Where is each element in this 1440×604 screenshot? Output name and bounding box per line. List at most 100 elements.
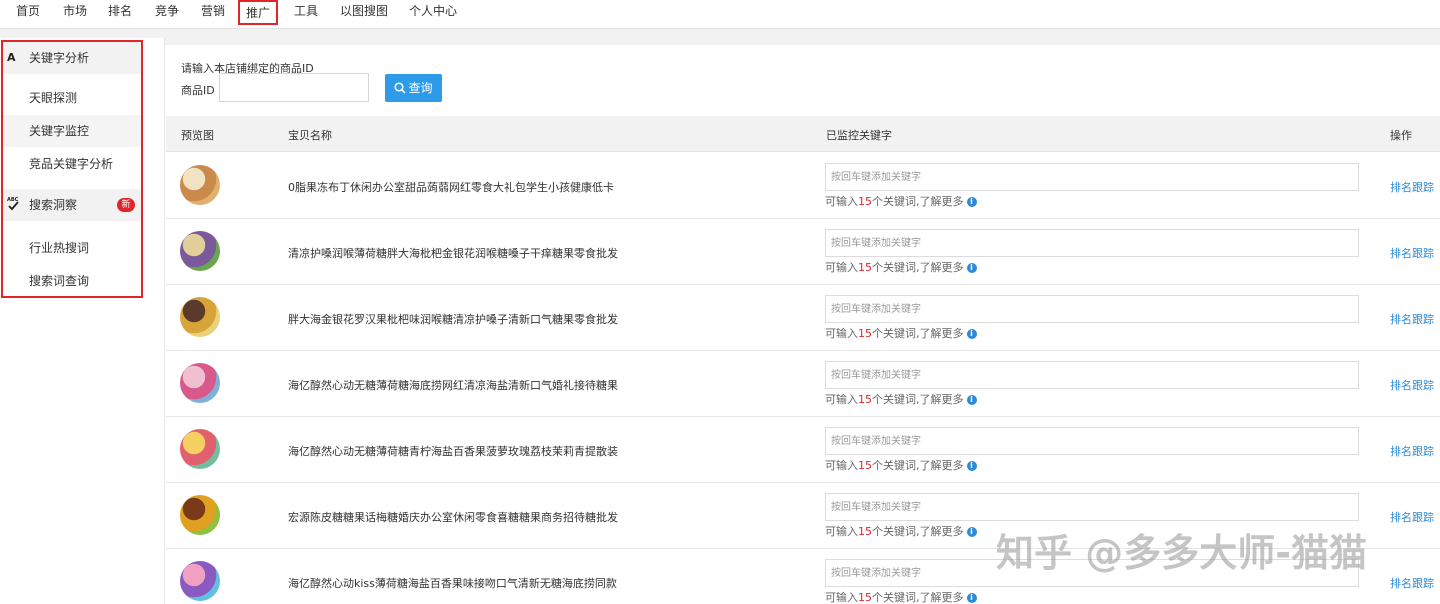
rank-track-link[interactable]: 排名跟踪	[1390, 179, 1434, 195]
sidebar-item-search-word-query[interactable]: 搜索词查询	[3, 265, 141, 297]
sidebar-item-label: 关键字监控	[29, 124, 90, 138]
tab-ranking[interactable]: 排名	[108, 0, 132, 24]
sidebar-group-label: 关键字分析	[29, 51, 90, 65]
keyword-tip: 可输入15个关键词,了解更多 i	[825, 193, 977, 209]
tip-suffix[interactable]: 个关键词,了解更多	[872, 459, 964, 472]
keyword-tip: 可输入15个关键词,了解更多 i	[825, 325, 977, 341]
sidebar-item-sky-eye[interactable]: 天眼探测	[3, 82, 141, 114]
top-nav: 首页 市场 排名 竞争 营销 推广 工具 以图搜图 个人中心	[0, 0, 1440, 29]
header-keywords: 已监控关键字	[826, 129, 892, 142]
keyword-input[interactable]	[825, 163, 1359, 191]
tip-number: 15	[858, 459, 872, 472]
tip-number: 15	[858, 591, 872, 604]
keyword-tip: 可输入15个关键词,了解更多 i	[825, 457, 977, 473]
sidebar-item-industry-hot-words[interactable]: 行业热搜词	[3, 232, 141, 264]
product-name: 宏源陈皮糖糖果话梅糖婚庆办公室休闲零食喜糖糖果商务招待糖批发	[288, 511, 618, 524]
query-button[interactable]: 查询	[385, 74, 442, 102]
rank-track-link[interactable]: 排名跟踪	[1390, 377, 1434, 393]
info-icon[interactable]: i	[966, 197, 977, 207]
keyword-input[interactable]	[825, 361, 1359, 389]
sidebar-item-competitor-keywords[interactable]: 竞品关键字分析	[3, 148, 141, 180]
tip-suffix[interactable]: 个关键词,了解更多	[872, 261, 964, 274]
tab-promotion[interactable]: 推广	[238, 0, 279, 25]
tip-suffix[interactable]: 个关键词,了解更多	[872, 327, 964, 340]
info-icon[interactable]: i	[966, 593, 977, 603]
product-name: 海亿醇然心动kiss薄荷糖海盐百香果味接吻口气清新无糖海底捞同款	[288, 577, 617, 590]
product-name: 海亿醇然心动无糖薄荷糖青柠海盐百香果菠萝玫瑰荔枝茉莉青提散装	[288, 445, 618, 458]
tip-prefix: 可输入	[825, 591, 858, 604]
tip-prefix: 可输入	[825, 459, 858, 472]
info-icon[interactable]: i	[966, 395, 977, 405]
product-name: 0脂果冻布丁休闲办公室甜品蒟蒻网红零食大礼包学生小孩健康低卡	[288, 181, 614, 194]
table-row: 胖大海金银花罗汉果枇杷味润喉糖清凉护嗓子清新口气糖果零食批发可输入15个关键词,…	[166, 285, 1440, 351]
tab-tools[interactable]: 工具	[294, 0, 318, 24]
search-icon	[394, 82, 407, 94]
tip-suffix[interactable]: 个关键词,了解更多	[872, 393, 964, 406]
tip-number: 15	[858, 393, 872, 406]
keyword-tip: 可输入15个关键词,了解更多 i	[825, 259, 977, 275]
product-thumbnail[interactable]	[180, 429, 220, 469]
sidebar-group-label: 搜索洞察	[29, 198, 78, 212]
new-badge: 新	[117, 198, 135, 212]
watermark: 知乎 @多多大师-猫猫	[996, 531, 1368, 575]
tab-competition[interactable]: 竞争	[155, 0, 179, 24]
rank-track-link[interactable]: 排名跟踪	[1390, 245, 1434, 261]
main-content: 请输入本店铺绑定的商品ID 商品ID 查询 预览图 宝贝名称 已监控关键字 操作…	[166, 46, 1440, 604]
product-thumbnail[interactable]	[180, 231, 220, 271]
keyword-input[interactable]	[825, 295, 1359, 323]
header-name: 宝贝名称	[288, 129, 332, 142]
info-icon[interactable]: i	[966, 263, 977, 273]
sidebar-group-search-insight[interactable]: ABC 搜索洞察 新	[3, 189, 141, 221]
sidebar-highlight-box: A 关键字分析 天眼探测 关键字监控 竞品关键字分析 ABC 搜索洞察 新 行业…	[1, 40, 143, 298]
tip-suffix[interactable]: 个关键词,了解更多	[872, 195, 964, 208]
sidebar-item-label: 搜索词查询	[29, 274, 90, 288]
info-icon[interactable]: i	[966, 461, 977, 471]
rank-track-link[interactable]: 排名跟踪	[1390, 509, 1434, 525]
tip-prefix: 可输入	[825, 261, 858, 274]
product-name: 胖大海金银花罗汉果枇杷味润喉糖清凉护嗓子清新口气糖果零食批发	[288, 313, 618, 326]
query-button-label: 查询	[408, 81, 433, 95]
keyword-input[interactable]	[825, 493, 1359, 521]
product-name: 海亿醇然心动无糖薄荷糖海底捞网红清凉海盐清新口气婚礼接待糖果	[288, 379, 618, 392]
product-thumbnail[interactable]	[180, 561, 220, 601]
keyword-input[interactable]	[825, 427, 1359, 455]
table-row: 海亿醇然心动无糖薄荷糖海底捞网红清凉海盐清新口气婚礼接待糖果可输入15个关键词,…	[166, 351, 1440, 417]
tip-number: 15	[858, 327, 872, 340]
tip-number: 15	[858, 261, 872, 274]
tip-number: 15	[858, 195, 872, 208]
sidebar-item-keyword-monitor[interactable]: 关键字监控	[3, 115, 141, 147]
rank-track-link[interactable]: 排名跟踪	[1390, 443, 1434, 459]
table-row: 清凉护嗓润喉薄荷糖胖大海枇杷金银花润喉糖嗓子干痒糖果零食批发可输入15个关键词,…	[166, 219, 1440, 285]
tab-personal-center[interactable]: 个人中心	[409, 0, 457, 24]
tab-marketing[interactable]: 营销	[201, 0, 225, 24]
abc-check-icon: ABC	[7, 189, 21, 228]
rank-track-link[interactable]: 排名跟踪	[1390, 575, 1434, 591]
tab-market[interactable]: 市场	[63, 0, 87, 24]
table-header: 预览图 宝贝名称 已监控关键字 操作	[166, 116, 1440, 152]
product-id-input[interactable]	[219, 73, 369, 102]
keyword-tip: 可输入15个关键词,了解更多 i	[825, 523, 977, 539]
letter-a-icon: A	[7, 51, 16, 64]
tip-prefix: 可输入	[825, 525, 858, 538]
tab-image-search[interactable]: 以图搜图	[340, 0, 388, 24]
product-thumbnail[interactable]	[180, 165, 220, 205]
keyword-tip: 可输入15个关键词,了解更多 i	[825, 589, 977, 604]
sidebar-item-label: 天眼探测	[29, 91, 78, 105]
product-thumbnail[interactable]	[180, 297, 220, 337]
keyword-input[interactable]	[825, 229, 1359, 257]
product-thumbnail[interactable]	[180, 495, 220, 535]
table-row: 海亿醇然心动无糖薄荷糖青柠海盐百香果菠萝玫瑰荔枝茉莉青提散装可输入15个关键词,…	[166, 417, 1440, 483]
tab-home[interactable]: 首页	[16, 0, 40, 24]
rank-track-link[interactable]: 排名跟踪	[1390, 311, 1434, 327]
product-thumbnail[interactable]	[180, 363, 220, 403]
table-row: 0脂果冻布丁休闲办公室甜品蒟蒻网红零食大礼包学生小孩健康低卡可输入15个关键词,…	[166, 153, 1440, 219]
header-preview: 预览图	[181, 129, 214, 142]
tip-suffix[interactable]: 个关键词,了解更多	[872, 525, 964, 538]
sidebar: A 关键字分析 天眼探测 关键字监控 竞品关键字分析 ABC 搜索洞察 新 行业…	[0, 38, 165, 604]
sidebar-group-keyword-analysis[interactable]: A 关键字分析	[3, 42, 141, 74]
product-name: 清凉护嗓润喉薄荷糖胖大海枇杷金银花润喉糖嗓子干痒糖果零食批发	[288, 247, 618, 260]
tip-prefix: 可输入	[825, 195, 858, 208]
info-icon[interactable]: i	[966, 527, 977, 537]
info-icon[interactable]: i	[966, 329, 977, 339]
tip-suffix[interactable]: 个关键词,了解更多	[872, 591, 964, 604]
